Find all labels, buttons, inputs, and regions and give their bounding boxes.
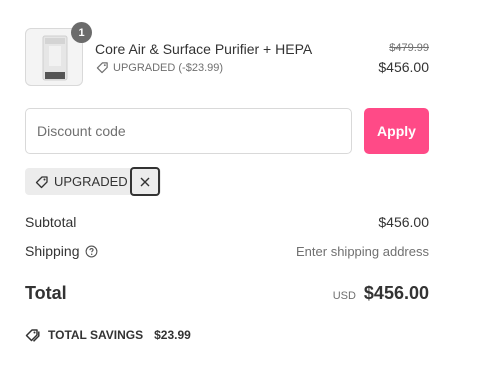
shipping-value: Enter shipping address: [296, 243, 429, 259]
total-value: $456.00: [363, 283, 429, 303]
total-savings-label: TOTAL SAVINGS: [48, 328, 144, 342]
original-price: $479.99: [389, 42, 429, 54]
apply-button[interactable]: Apply: [364, 108, 429, 154]
tag-icon: [96, 62, 108, 74]
help-icon[interactable]: [85, 245, 98, 258]
total-savings: TOTAL SAVINGS $23.99: [25, 328, 191, 342]
currency-code: USD: [332, 290, 356, 302]
subtotal-row: Subtotal $456.00: [25, 214, 429, 230]
subtotal-label: Subtotal: [25, 214, 77, 230]
total-amount-group: USD $456.00: [333, 283, 429, 304]
subtotal-value: $456.00: [378, 214, 429, 230]
shipping-label-group: Shipping: [25, 243, 98, 259]
applied-discount-code: UPGRADED: [54, 174, 128, 189]
total-row: Total USD $456.00: [25, 283, 429, 304]
tag-icon: [35, 175, 48, 188]
line-item: 1 Core Air & Surface Purifier + HEPA UPG…: [25, 22, 429, 86]
line-item-discount: UPGRADED (-$23.99): [96, 61, 223, 74]
savings-tag-icon: [25, 329, 40, 342]
close-icon: [140, 177, 150, 186]
quantity-badge: 1: [71, 22, 92, 43]
shipping-label: Shipping: [25, 243, 80, 259]
product-thumbnail: 1: [25, 22, 92, 86]
discount-form: Apply: [25, 108, 429, 154]
product-title: Core Air & Surface Purifier + HEPA: [95, 41, 313, 57]
total-label: Total: [25, 283, 67, 303]
air-purifier-icon: [42, 35, 68, 81]
total-savings-amount: $23.99: [154, 328, 191, 342]
applied-discount-tag: UPGRADED: [25, 167, 161, 196]
item-price: $456.00: [378, 59, 429, 75]
line-item-discount-label: UPGRADED (-$23.99): [113, 61, 224, 74]
remove-discount-button[interactable]: [130, 167, 160, 196]
shipping-row: Shipping Enter shipping address: [25, 243, 429, 259]
discount-code-input[interactable]: [25, 108, 352, 154]
